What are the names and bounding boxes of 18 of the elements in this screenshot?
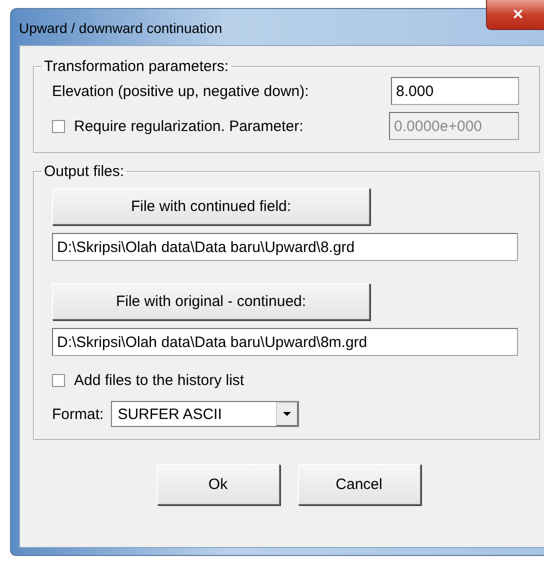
regularization-label: Require regularization. Parameter: bbox=[74, 118, 304, 134]
history-checkbox[interactable] bbox=[52, 374, 65, 387]
close-button[interactable]: × bbox=[486, 0, 544, 30]
elevation-label: Elevation (positive up, negative down): bbox=[52, 82, 309, 100]
path-field[interactable]: D:\Skripsi\Olah data\Data baru\Upward\8m.grd bbox=[52, 328, 518, 356]
format-label: Format: bbox=[52, 406, 104, 422]
group-title: Transformation parameters: bbox=[43, 58, 230, 75]
format-dropdown[interactable]: SURFER ASCII bbox=[110, 401, 299, 427]
file-button[interactable]: File with original - continued: bbox=[52, 283, 370, 320]
path-field[interactable]: D:\Skripsi\Olah data\Data baru\Upward\8.grd bbox=[52, 233, 518, 261]
ok-button[interactable]: Ok bbox=[156, 464, 280, 505]
file-button[interactable]: File with continued field: bbox=[52, 188, 370, 225]
elevation-field[interactable]: 8.000 bbox=[391, 77, 519, 105]
regularization-checkbox[interactable] bbox=[52, 120, 65, 132]
window-title: Upward / downward continuation bbox=[19, 20, 222, 36]
group-title: Output files: bbox=[43, 163, 126, 180]
cancel-button[interactable]: Cancel bbox=[298, 464, 420, 505]
history-label: Add files to the history list bbox=[74, 372, 244, 389]
